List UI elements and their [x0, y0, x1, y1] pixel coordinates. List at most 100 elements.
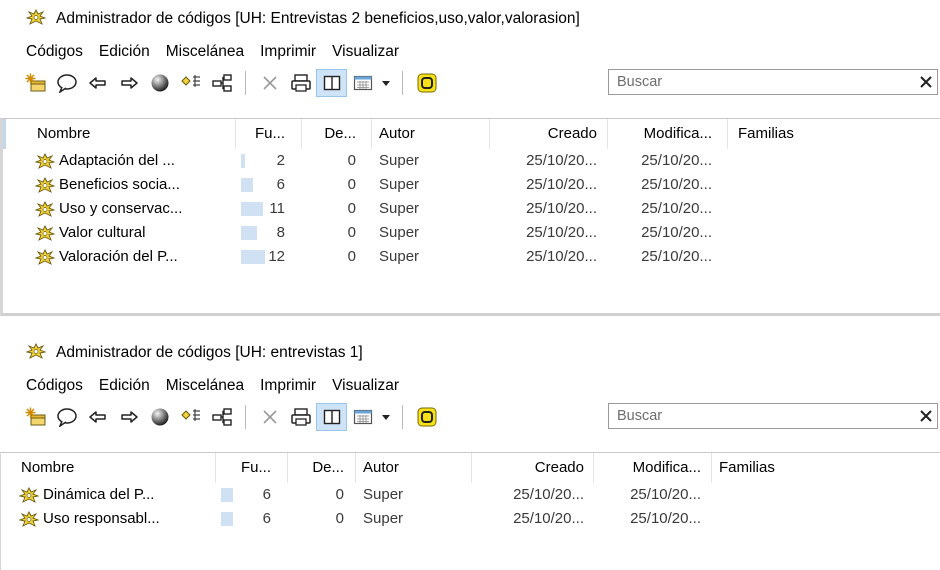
- menu-imprimir[interactable]: Imprimir: [260, 377, 316, 395]
- new-code-icon[interactable]: [20, 69, 51, 97]
- created-value: 25/10/20...: [526, 176, 597, 193]
- column-densidad[interactable]: De...: [324, 119, 356, 149]
- search-box: [608, 403, 938, 429]
- close-icon[interactable]: [915, 405, 937, 427]
- column-nombre[interactable]: Nombre: [21, 453, 74, 483]
- table-row[interactable]: Dinámica del P... 6 0 Super 25/10/20... 25/10…: [1, 483, 940, 507]
- print-icon[interactable]: [285, 69, 316, 97]
- column-autor[interactable]: Autor: [379, 119, 415, 149]
- column-autor[interactable]: Autor: [363, 453, 399, 483]
- menu-visualizar[interactable]: Visualizar: [332, 377, 399, 395]
- network-icon[interactable]: [206, 69, 237, 97]
- filter-icon[interactable]: [175, 69, 206, 97]
- code-name-cell: Beneficios socia...: [35, 173, 225, 197]
- back-arrow-icon[interactable]: [82, 69, 113, 97]
- comment-icon[interactable]: [51, 69, 82, 97]
- column-modificado[interactable]: Modifica...: [633, 453, 701, 483]
- column-modificado[interactable]: Modifica...: [644, 119, 712, 149]
- table-row[interactable]: Beneficios socia... 6 0 Super 25/10/20... 25/…: [3, 173, 940, 197]
- column-fundamentacion[interactable]: Fu...: [241, 453, 271, 483]
- comment-icon[interactable]: [51, 403, 82, 431]
- sphere-icon[interactable]: [144, 69, 175, 97]
- search-input[interactable]: [609, 408, 915, 424]
- forward-arrow-icon[interactable]: [113, 403, 144, 431]
- column-divider[interactable]: [371, 119, 372, 149]
- dropdown-icon[interactable]: [378, 69, 394, 97]
- table-row[interactable]: Valoración del P... 12 0 Super 25/10/20... 25…: [3, 245, 940, 269]
- menu-codigos[interactable]: Códigos: [26, 377, 83, 395]
- author-value: Super: [363, 486, 404, 503]
- column-familias[interactable]: Familias: [719, 453, 775, 483]
- highlight-icon[interactable]: [411, 403, 442, 431]
- modified-value: 25/10/20...: [641, 152, 712, 169]
- column-divider[interactable]: [711, 453, 712, 483]
- menu-miscelanea[interactable]: Miscelánea: [166, 43, 244, 61]
- table-row[interactable]: Valor cultural 8 0 Super 25/10/20... 25/10/20…: [3, 221, 940, 245]
- network-icon[interactable]: [206, 403, 237, 431]
- toolbar: [0, 66, 940, 100]
- search-box: [608, 69, 938, 95]
- print-icon[interactable]: [285, 403, 316, 431]
- menu-edicion[interactable]: Edición: [99, 43, 150, 61]
- density-value: 0: [335, 486, 344, 503]
- grounding-bar: [221, 512, 233, 526]
- code-name: Uso y conservac...: [59, 200, 183, 217]
- column-divider[interactable]: [607, 119, 608, 149]
- modified-value: 25/10/20...: [641, 176, 712, 193]
- grounding-value: 6: [276, 176, 285, 193]
- filter-icon[interactable]: [175, 403, 206, 431]
- toolbar-separator: [402, 71, 403, 95]
- menu-edicion[interactable]: Edición: [99, 377, 150, 395]
- column-divider[interactable]: [727, 119, 728, 149]
- column-densidad[interactable]: De...: [312, 453, 344, 483]
- density-value: 0: [347, 176, 356, 193]
- menu-imprimir[interactable]: Imprimir: [260, 43, 316, 61]
- split-view-icon[interactable]: [316, 69, 347, 97]
- column-divider[interactable]: [215, 453, 216, 483]
- toolbar-separator: [402, 405, 403, 429]
- code-name: Beneficios socia...: [59, 176, 180, 193]
- column-fundamentacion[interactable]: Fu...: [255, 119, 285, 149]
- created-value: 25/10/20...: [513, 510, 584, 527]
- table-row[interactable]: Uso y conservac... 11 0 Super 25/10/20... 25/…: [3, 197, 940, 221]
- code-name: Adaptación del ...: [59, 152, 175, 169]
- back-arrow-icon[interactable]: [82, 403, 113, 431]
- column-divider[interactable]: [287, 453, 288, 483]
- close-icon[interactable]: [915, 71, 937, 93]
- table-view-icon[interactable]: [347, 403, 378, 431]
- column-divider[interactable]: [355, 453, 356, 483]
- title-bar: Administrador de códigos [UH: entrevista…: [0, 334, 940, 372]
- sphere-icon[interactable]: [144, 403, 175, 431]
- column-divider[interactable]: [471, 453, 472, 483]
- table-row[interactable]: Adaptación del ... 2 0 Super 25/10/20... 25/1…: [3, 149, 940, 173]
- new-code-icon[interactable]: [20, 403, 51, 431]
- code-icon: [35, 201, 55, 217]
- search-input[interactable]: [609, 74, 915, 90]
- grounding-bar: [241, 226, 257, 240]
- column-creado[interactable]: Creado: [548, 119, 597, 149]
- menu-codigos[interactable]: Códigos: [26, 43, 83, 61]
- delete-icon[interactable]: [254, 69, 285, 97]
- delete-icon[interactable]: [254, 403, 285, 431]
- column-familias[interactable]: Familias: [738, 119, 794, 149]
- highlight-icon[interactable]: [411, 69, 442, 97]
- table-row[interactable]: Uso responsabl... 6 0 Super 25/10/20... 25/10…: [1, 507, 940, 531]
- column-nombre[interactable]: Nombre: [37, 119, 90, 149]
- column-divider[interactable]: [235, 119, 236, 149]
- menu-miscelanea[interactable]: Miscelánea: [166, 377, 244, 395]
- author-value: Super: [379, 152, 420, 169]
- dropdown-icon[interactable]: [378, 403, 394, 431]
- modified-value: 25/10/20...: [630, 486, 701, 503]
- column-divider[interactable]: [593, 453, 594, 483]
- column-divider[interactable]: [301, 119, 302, 149]
- menu-visualizar[interactable]: Visualizar: [332, 43, 399, 61]
- menu-bar: Códigos Edición Miscelánea Imprimir Visu…: [0, 372, 940, 400]
- created-value: 25/10/20...: [526, 248, 597, 265]
- density-value: 0: [347, 224, 356, 241]
- column-divider[interactable]: [489, 119, 490, 149]
- forward-arrow-icon[interactable]: [113, 69, 144, 97]
- table-view-icon[interactable]: [347, 69, 378, 97]
- split-view-icon[interactable]: [316, 403, 347, 431]
- grounding-value: 2: [276, 152, 285, 169]
- column-creado[interactable]: Creado: [535, 453, 584, 483]
